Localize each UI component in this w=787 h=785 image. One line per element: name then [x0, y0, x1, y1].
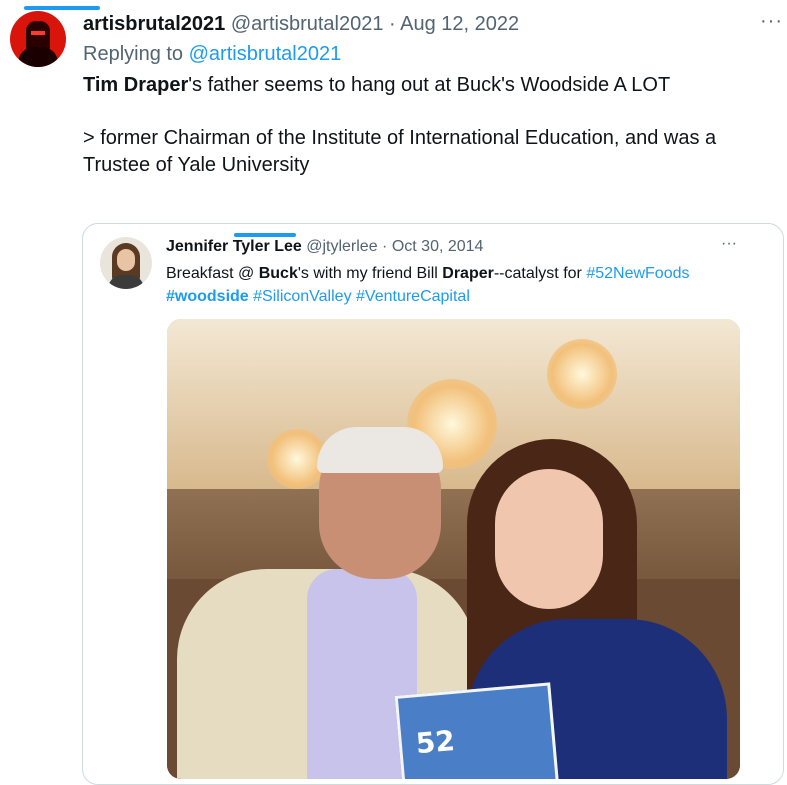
- photo-book-number: 52: [414, 723, 457, 761]
- replying-to: Replying to @artisbrutal2021: [83, 42, 341, 66]
- photo-book: 52: [394, 682, 560, 779]
- avatar[interactable]: [10, 11, 66, 67]
- quoted-more-icon[interactable]: ···: [721, 235, 737, 253]
- replying-prefix: Replying to: [83, 43, 189, 65]
- handle[interactable]: @artisbrutal2021: [231, 13, 384, 35]
- quoted-avatar[interactable]: [100, 237, 152, 289]
- more-options-icon[interactable]: ···: [760, 10, 783, 33]
- quoted-timestamp[interactable]: Oct 30, 2014: [392, 238, 484, 255]
- bold-name: Tim Draper: [83, 74, 189, 96]
- tweet-text: Tim Draper's father seems to hang out at…: [83, 72, 773, 179]
- timestamp[interactable]: Aug 12, 2022: [400, 13, 519, 35]
- quoted-handle[interactable]: @jtylerlee: [306, 238, 377, 255]
- tweet-header: artisbrutal2021 @artisbrutal2021 · Aug 1…: [83, 12, 519, 36]
- quoted-text-3: 's with my friend Bill: [297, 265, 443, 282]
- tweet-quote-text: > former Chairman of the Institute of In…: [83, 127, 717, 176]
- separator: ·: [389, 13, 396, 35]
- quoted-photo[interactable]: 52: [167, 319, 740, 779]
- tweet-line-1-rest: 's father seems to hang out at Buck's Wo…: [188, 74, 671, 96]
- hashtag-woodside[interactable]: #woodside: [166, 288, 249, 305]
- avatar-eyes: [31, 31, 45, 35]
- photo-man-hair: [317, 427, 443, 473]
- quoted-display-name[interactable]: Jennifer Tyler Lee: [166, 238, 302, 255]
- hashtag-siliconvalley[interactable]: #SiliconValley: [253, 288, 351, 305]
- quoted-text-1: Breakfast @: [166, 265, 259, 282]
- quoted-header: Jennifer Tyler Lee @jtylerlee · Oct 30, …: [166, 237, 483, 257]
- hashtag-52newfoods[interactable]: #52NewFoods: [586, 265, 689, 282]
- quoted-bold-buck: Buck: [258, 265, 298, 282]
- hashtag-venturecapital[interactable]: #VentureCapital: [356, 288, 470, 305]
- top-accent-bar: [24, 6, 100, 10]
- quoted-bold-draper: Draper: [442, 265, 494, 282]
- replying-to-link[interactable]: @artisbrutal2021: [189, 43, 342, 65]
- tweet-line-1: Tim Draper's father seems to hang out at…: [83, 72, 773, 99]
- display-name[interactable]: artisbrutal2021: [83, 13, 225, 35]
- quoted-avatar-shirt: [108, 275, 144, 289]
- photo-light: [547, 339, 617, 409]
- photo-woman-face: [495, 469, 603, 609]
- avatar-shoulders: [18, 47, 58, 67]
- quoted-avatar-face: [117, 249, 135, 271]
- quoted-separator: ·: [382, 238, 388, 255]
- quoted-text: Breakfast @ Buck's with my friend Bill D…: [166, 262, 751, 308]
- quoted-text-5: --catalyst for: [493, 265, 587, 282]
